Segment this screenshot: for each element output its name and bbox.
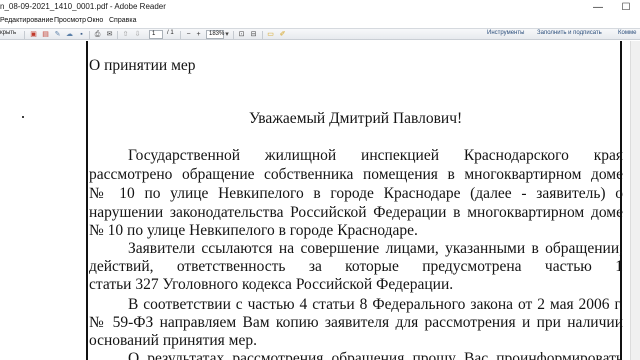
- menu-edit[interactable]: Редактирование: [0, 17, 53, 24]
- page-total: / 1: [167, 30, 174, 36]
- page-edge-left: [86, 41, 88, 360]
- letter-line: О результатах рассмотрения обращения про…: [128, 350, 623, 360]
- email-icon[interactable]: ✉: [105, 30, 114, 39]
- print-icon[interactable]: ⎙: [93, 30, 102, 39]
- zoom-out-icon[interactable]: −: [184, 30, 193, 39]
- letter-line: статьи 327 Уголовного кодекса Российской…: [89, 276, 454, 293]
- toolbar: крыть ▣ ▤ ✎ ☁ ▪ ⎙ ✉ ⇧ ⇩ 1 / 1 − + 183% ▾…: [0, 28, 640, 40]
- tools-pane-button[interactable]: Инструменты: [487, 30, 524, 36]
- letter-line: действий, ответственность за которые пре…: [89, 258, 623, 275]
- maximize-button[interactable]: ☐: [612, 0, 640, 16]
- letter-subject: О принятии мер: [89, 57, 196, 74]
- letter-line: оснований принятия мер.: [89, 332, 257, 349]
- zoom-in-icon[interactable]: +: [194, 30, 203, 39]
- window-title: n_08-09-2021_1410_0001.pdf - Adobe Reade…: [0, 2, 166, 11]
- letter-line: № 10 по улице Невкипелого в городе Красн…: [89, 222, 418, 239]
- toolbar-separator: [233, 31, 234, 39]
- scan-speck: [22, 116, 24, 118]
- vertical-scrollbar[interactable]: [630, 41, 640, 360]
- create-pdf-icon[interactable]: ▣: [29, 30, 38, 39]
- chevron-down-icon[interactable]: ▾: [224, 30, 230, 39]
- edit-pdf-icon[interactable]: ✎: [53, 30, 62, 39]
- minimize-button[interactable]: —: [584, 0, 612, 16]
- prev-page-icon[interactable]: ⇧: [121, 30, 130, 39]
- letter-line: № 59-ФЗ направляем Вам копию заявителя д…: [89, 314, 623, 331]
- letter-line: В соответствии с частью 4 статьи 8 Федер…: [128, 296, 623, 313]
- document-view[interactable]: О принятии мер Уважаемый Дмитрий Павлови…: [0, 41, 640, 360]
- export-pdf-icon[interactable]: ▤: [41, 30, 50, 39]
- letter-line: нарушении законодательства Российской Фе…: [89, 204, 623, 221]
- next-page-icon[interactable]: ⇩: [133, 30, 142, 39]
- toolbar-separator: [117, 31, 118, 39]
- comment-icon[interactable]: ▭: [266, 30, 275, 39]
- page-number-input[interactable]: 1: [149, 30, 163, 39]
- open-button[interactable]: крыть: [0, 30, 16, 36]
- fit-page-icon[interactable]: ⊡: [237, 30, 246, 39]
- letter-line: № 10 по улице Невкипелого в городе Красн…: [89, 185, 623, 202]
- zoom-level-input[interactable]: 183%: [206, 30, 224, 39]
- toolbar-separator: [24, 31, 25, 39]
- menu-view[interactable]: Просмотр: [54, 17, 86, 24]
- highlight-icon[interactable]: ✐: [278, 30, 287, 39]
- letter-line: Государственной жилищной инспекцией Крас…: [128, 147, 623, 164]
- menu-help[interactable]: Справка: [109, 17, 136, 24]
- toolbar-separator: [180, 31, 181, 39]
- letter-line: Заявители ссылаются на совершение лицами…: [128, 240, 623, 257]
- toolbar-separator: [89, 31, 90, 39]
- cloud-icon[interactable]: ☁: [65, 30, 74, 39]
- read-mode-icon[interactable]: ⊟: [249, 30, 258, 39]
- letter-greeting: Уважаемый Дмитрий Павлович!: [249, 110, 463, 127]
- save-icon[interactable]: ▪: [77, 30, 86, 39]
- menu-bar: Редактирование Просмотр Окно Справка: [0, 16, 640, 28]
- letter-line: рассмотрено обращение собственника помещ…: [89, 166, 623, 183]
- menu-window[interactable]: Окно: [87, 17, 103, 24]
- comment-pane-button[interactable]: Комме: [618, 30, 636, 36]
- toolbar-separator: [262, 31, 263, 39]
- title-bar: n_08-09-2021_1410_0001.pdf - Adobe Reade…: [0, 0, 640, 16]
- fill-sign-pane-button[interactable]: Заполнить и подписать: [537, 30, 602, 36]
